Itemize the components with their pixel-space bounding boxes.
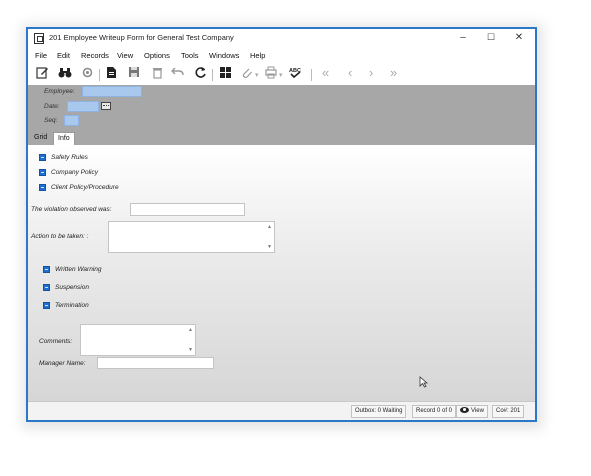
refresh-icon[interactable] — [194, 66, 207, 82]
view-label: View — [471, 408, 484, 414]
scroll-up-icon[interactable]: ▲ — [267, 224, 272, 230]
menu-help[interactable]: Help — [250, 51, 265, 60]
termination-label: Termination — [55, 302, 89, 309]
comments-textarea[interactable]: ▲ ▼ — [80, 324, 196, 356]
menu-tools[interactable]: Tools — [181, 51, 199, 60]
maximize-button[interactable]: ☐ — [484, 32, 498, 43]
settings-icon[interactable] — [81, 66, 94, 82]
status-bar: Outbox: 0 Waiting Record 0 of 0 View Co#… — [28, 401, 535, 420]
info-panel: Safety Rules Company Policy Client Polic… — [28, 145, 535, 401]
company-status: Co#: 201 — [492, 405, 525, 418]
binoculars-icon[interactable] — [58, 66, 72, 82]
app-icon — [34, 33, 44, 44]
grid-icon[interactable] — [219, 66, 232, 82]
menu-records[interactable]: Records — [81, 51, 109, 60]
violation-label: The violation observed was: — [31, 206, 112, 213]
scroll-down-icon[interactable]: ▼ — [267, 244, 272, 250]
menu-options[interactable]: Options — [144, 51, 170, 60]
delete-icon[interactable] — [152, 66, 163, 82]
action-label: Action to be taken: : — [31, 233, 89, 240]
toolbar-separator — [311, 69, 312, 81]
minimize-button[interactable]: – — [456, 32, 470, 43]
written-warning-label: Written Warning — [55, 266, 102, 273]
employee-label: Employee: — [44, 88, 75, 95]
print-icon[interactable] — [265, 66, 277, 82]
previous-record-icon[interactable]: ‹ — [348, 66, 352, 80]
suspension-label: Suspension — [55, 284, 89, 291]
menu-file[interactable]: File — [35, 51, 47, 60]
spellcheck-icon[interactable]: ABC — [288, 66, 303, 82]
edit-icon[interactable] — [36, 66, 49, 82]
scroll-down-icon[interactable]: ▼ — [188, 347, 193, 353]
scroll-up-icon[interactable]: ▲ — [188, 327, 193, 333]
first-record-icon[interactable]: « — [322, 66, 329, 80]
outbox-status: Outbox: 0 Waiting — [351, 405, 407, 418]
toolbar: ▾ ▾ ABC « ‹ › » — [28, 63, 535, 85]
safety-rules-label: Safety Rules — [51, 154, 88, 161]
attach-icon[interactable] — [241, 66, 253, 82]
document-icon[interactable] — [106, 66, 117, 82]
attach-dropdown-icon[interactable]: ▾ — [255, 69, 259, 83]
employee-field[interactable] — [82, 86, 142, 97]
manager-name-label: Manager Name: — [39, 360, 86, 367]
print-dropdown-icon[interactable]: ▾ — [279, 69, 283, 83]
calendar-icon[interactable] — [101, 102, 111, 110]
menu-edit[interactable]: Edit — [57, 51, 70, 60]
safety-rules-checkbox[interactable] — [39, 154, 46, 161]
seq-field[interactable] — [64, 115, 79, 126]
toolbar-separator — [99, 69, 100, 81]
close-button[interactable]: ✕ — [512, 32, 526, 43]
last-record-icon[interactable]: » — [390, 66, 397, 80]
record-header: Employee: Date: Seq: — [28, 85, 535, 131]
client-policy-label: Client Policy/Procedure — [51, 184, 119, 191]
written-warning-checkbox[interactable] — [43, 266, 50, 273]
eye-icon — [460, 407, 469, 414]
violation-field[interactable] — [130, 203, 245, 216]
termination-checkbox[interactable] — [43, 302, 50, 309]
undo-icon[interactable] — [171, 66, 184, 81]
seq-label: Seq: — [44, 117, 58, 124]
suspension-checkbox[interactable] — [43, 284, 50, 291]
menu-windows[interactable]: Windows — [209, 51, 239, 60]
menu-bar: File Edit Records View Options Tools Win… — [28, 49, 535, 63]
manager-name-field[interactable] — [97, 357, 214, 369]
app-window: 201 Employee Writeup Form for General Te… — [26, 27, 537, 422]
company-policy-checkbox[interactable] — [39, 169, 46, 176]
window-title: 201 Employee Writeup Form for General Te… — [49, 33, 234, 42]
title-bar[interactable]: 201 Employee Writeup Form for General Te… — [28, 29, 535, 49]
toolbar-separator — [212, 69, 213, 81]
mouse-cursor-icon — [419, 376, 429, 390]
action-textarea[interactable]: ▲ ▼ — [108, 221, 275, 253]
tab-grid[interactable]: Grid — [30, 132, 51, 145]
comments-label: Comments: — [39, 338, 73, 345]
menu-view[interactable]: View — [117, 51, 133, 60]
save-icon[interactable] — [128, 66, 140, 81]
date-field[interactable] — [67, 101, 99, 112]
tab-strip: Grid Info — [28, 131, 535, 145]
tab-info[interactable]: Info — [53, 132, 75, 145]
company-policy-label: Company Policy — [51, 169, 98, 176]
view-button[interactable]: View — [456, 405, 488, 418]
record-status: Record 0 of 0 — [412, 405, 457, 418]
client-policy-checkbox[interactable] — [39, 184, 46, 191]
date-label: Date: — [44, 103, 60, 110]
next-record-icon[interactable]: › — [369, 66, 373, 80]
